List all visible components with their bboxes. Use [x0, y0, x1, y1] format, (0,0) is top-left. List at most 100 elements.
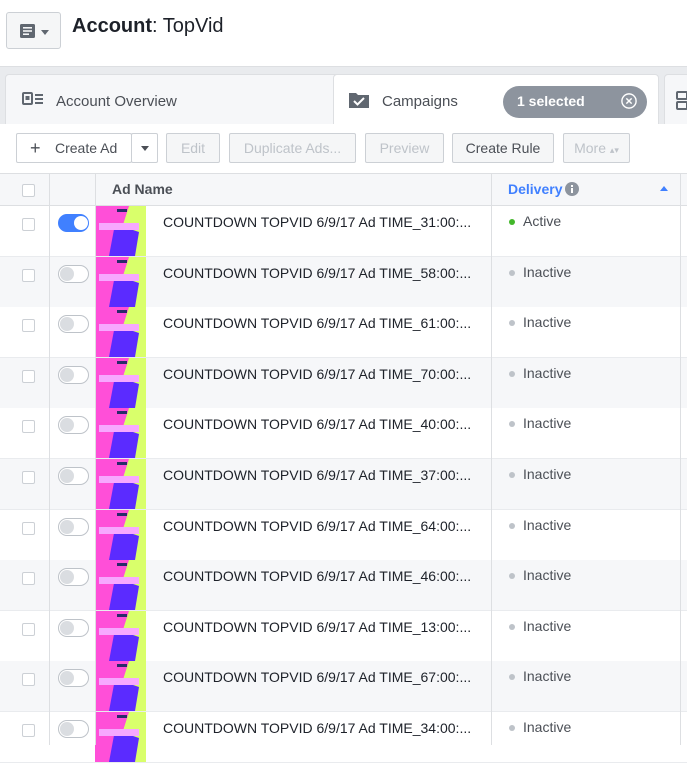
row-checkbox[interactable]: [22, 724, 35, 737]
ad-name-link[interactable]: COUNTDOWN TOPVID 6/9/17 Ad TIME_58:00:..…: [163, 265, 471, 281]
row-checkbox[interactable]: [22, 218, 35, 231]
table-row[interactable]: COUNTDOWN TOPVID 6/9/17 Ad TIME_58:00:..…: [0, 256, 687, 308]
create-ad-button[interactable]: + Create Ad: [16, 133, 132, 163]
ad-name-link[interactable]: COUNTDOWN TOPVID 6/9/17 Ad TIME_31:00:..…: [163, 214, 471, 230]
ad-name-link[interactable]: COUNTDOWN TOPVID 6/9/17 Ad TIME_61:00:..…: [163, 315, 471, 331]
table-row[interactable]: COUNTDOWN TOPVID 6/9/17 Ad TIME_40:00:..…: [0, 408, 687, 460]
ad-name-link[interactable]: COUNTDOWN TOPVID 6/9/17 Ad TIME_13:00:..…: [163, 619, 471, 635]
toggle-knob: [60, 519, 74, 534]
ad-thumbnail-image: [95, 357, 146, 408]
row-checkbox[interactable]: [22, 268, 35, 282]
ad-thumbnail-image: [95, 256, 146, 307]
ad-thumbnail[interactable]: [95, 459, 146, 509]
tab-campaigns-label: Campaigns: [382, 93, 458, 110]
ad-status-toggle[interactable]: [58, 365, 89, 384]
clear-selection-icon[interactable]: [621, 93, 637, 109]
ad-status-toggle[interactable]: [58, 669, 89, 688]
account-menu-button[interactable]: [6, 12, 61, 49]
row-checkbox[interactable]: [22, 369, 35, 383]
ad-status-toggle[interactable]: [58, 618, 89, 637]
more-button[interactable]: More ▴▾: [563, 133, 630, 163]
table-row[interactable]: COUNTDOWN TOPVID 6/9/17 Ad TIME_34:00:..…: [0, 712, 687, 763]
status-dot: [509, 421, 515, 428]
status-dot: [509, 573, 515, 580]
delivery-status: Inactive: [523, 516, 572, 533]
row-checkbox[interactable]: [22, 521, 35, 535]
row-checkbox[interactable]: [22, 622, 35, 636]
table-row[interactable]: COUNTDOWN TOPVID 6/9/17 Ad TIME_31:00:..…: [0, 206, 687, 257]
row-checkbox[interactable]: [22, 471, 35, 484]
tab-ad-sets[interactable]: [664, 74, 687, 125]
ad-name-link[interactable]: COUNTDOWN TOPVID 6/9/17 Ad TIME_67:00:..…: [163, 669, 471, 685]
table-header: Ad Name Delivery: [0, 174, 687, 206]
ad-name-link[interactable]: COUNTDOWN TOPVID 6/9/17 Ad TIME_46:00:..…: [163, 568, 471, 584]
more-label: More: [574, 140, 606, 156]
chevron-down-icon: [41, 30, 49, 35]
account-name: TopVid: [162, 15, 224, 37]
ad-name-link[interactable]: COUNTDOWN TOPVID 6/9/17 Ad TIME_70:00:..…: [163, 366, 471, 382]
create-rule-button[interactable]: Create Rule: [452, 133, 554, 163]
ad-name-link[interactable]: COUNTDOWN TOPVID 6/9/17 Ad TIME_37:00:..…: [163, 467, 471, 483]
ad-thumbnail[interactable]: [95, 610, 146, 661]
ad-status-toggle[interactable]: [58, 568, 89, 587]
row-checkbox[interactable]: [22, 572, 35, 586]
ad-thumbnail[interactable]: [95, 357, 146, 408]
toggle-knob: [60, 469, 74, 483]
table-row[interactable]: COUNTDOWN TOPVID 6/9/17 Ad TIME_37:00:..…: [0, 459, 687, 510]
ad-thumbnail[interactable]: [95, 206, 146, 256]
ad-status-toggle[interactable]: [58, 315, 89, 334]
table-row[interactable]: COUNTDOWN TOPVID 6/9/17 Ad TIME_67:00:..…: [0, 661, 687, 713]
ad-thumbnail-image: [95, 712, 146, 762]
sort-ascending-icon[interactable]: [660, 186, 668, 191]
delivery-status: Inactive: [523, 567, 572, 584]
delivery-status: Inactive: [523, 263, 572, 280]
ad-status-toggle[interactable]: [58, 467, 89, 485]
ad-status-toggle[interactable]: [58, 264, 89, 283]
row-checkbox[interactable]: [22, 673, 35, 687]
selection-badge[interactable]: 1 selected: [503, 86, 647, 118]
table-row[interactable]: COUNTDOWN TOPVID 6/9/17 Ad TIME_61:00:..…: [0, 307, 687, 359]
toggle-knob: [60, 266, 74, 281]
account-header: Account: TopVid: [0, 0, 687, 66]
ad-thumbnail-image: [95, 307, 146, 358]
table-row[interactable]: COUNTDOWN TOPVID 6/9/17 Ad TIME_64:00:..…: [0, 509, 687, 561]
ad-status-toggle[interactable]: [58, 214, 89, 232]
tab-campaigns[interactable]: Campaigns 1 selected: [333, 74, 659, 125]
ad-thumbnail[interactable]: [95, 256, 146, 307]
ad-thumbnail[interactable]: [95, 307, 146, 358]
select-all-checkbox[interactable]: [22, 184, 35, 197]
ad-name-link[interactable]: COUNTDOWN TOPVID 6/9/17 Ad TIME_64:00:..…: [163, 518, 471, 534]
column-header-ad-name[interactable]: Ad Name: [112, 181, 173, 197]
preview-button[interactable]: Preview: [365, 133, 444, 163]
ad-thumbnail[interactable]: [95, 712, 146, 762]
column-divider: [95, 174, 96, 745]
toggle-knob: [60, 367, 74, 382]
row-checkbox[interactable]: [22, 420, 35, 434]
info-icon[interactable]: [565, 182, 579, 196]
duplicate-ads-button[interactable]: Duplicate Ads...: [229, 133, 356, 163]
row-checkbox[interactable]: [22, 319, 35, 333]
ad-thumbnail[interactable]: [95, 560, 146, 611]
delivery-status: Inactive: [523, 719, 572, 735]
delivery-status: Inactive: [523, 668, 572, 685]
tab-account-overview[interactable]: Account Overview: [5, 74, 345, 125]
table-row[interactable]: COUNTDOWN TOPVID 6/9/17 Ad TIME_70:00:..…: [0, 357, 687, 409]
ad-thumbnail[interactable]: [95, 408, 146, 459]
status-dot: [509, 623, 515, 630]
ad-name-link[interactable]: COUNTDOWN TOPVID 6/9/17 Ad TIME_40:00:..…: [163, 416, 471, 432]
ad-thumbnail-image: [95, 459, 146, 509]
ad-thumbnail-image: [95, 206, 146, 256]
create-ad-dropdown[interactable]: [131, 133, 158, 163]
ad-status-toggle[interactable]: [58, 517, 89, 536]
ad-name-link[interactable]: COUNTDOWN TOPVID 6/9/17 Ad TIME_34:00:..…: [163, 720, 471, 736]
table-row[interactable]: COUNTDOWN TOPVID 6/9/17 Ad TIME_46:00:..…: [0, 560, 687, 612]
ad-status-toggle[interactable]: [58, 720, 89, 738]
ad-sets-icon: [676, 91, 687, 110]
ad-thumbnail[interactable]: [95, 509, 146, 560]
column-header-delivery[interactable]: Delivery: [508, 181, 562, 197]
delivery-status: Inactive: [523, 617, 572, 634]
ad-thumbnail[interactable]: [95, 661, 146, 712]
edit-button[interactable]: Edit: [166, 133, 220, 163]
table-row[interactable]: COUNTDOWN TOPVID 6/9/17 Ad TIME_13:00:..…: [0, 610, 687, 662]
ad-status-toggle[interactable]: [58, 416, 89, 435]
